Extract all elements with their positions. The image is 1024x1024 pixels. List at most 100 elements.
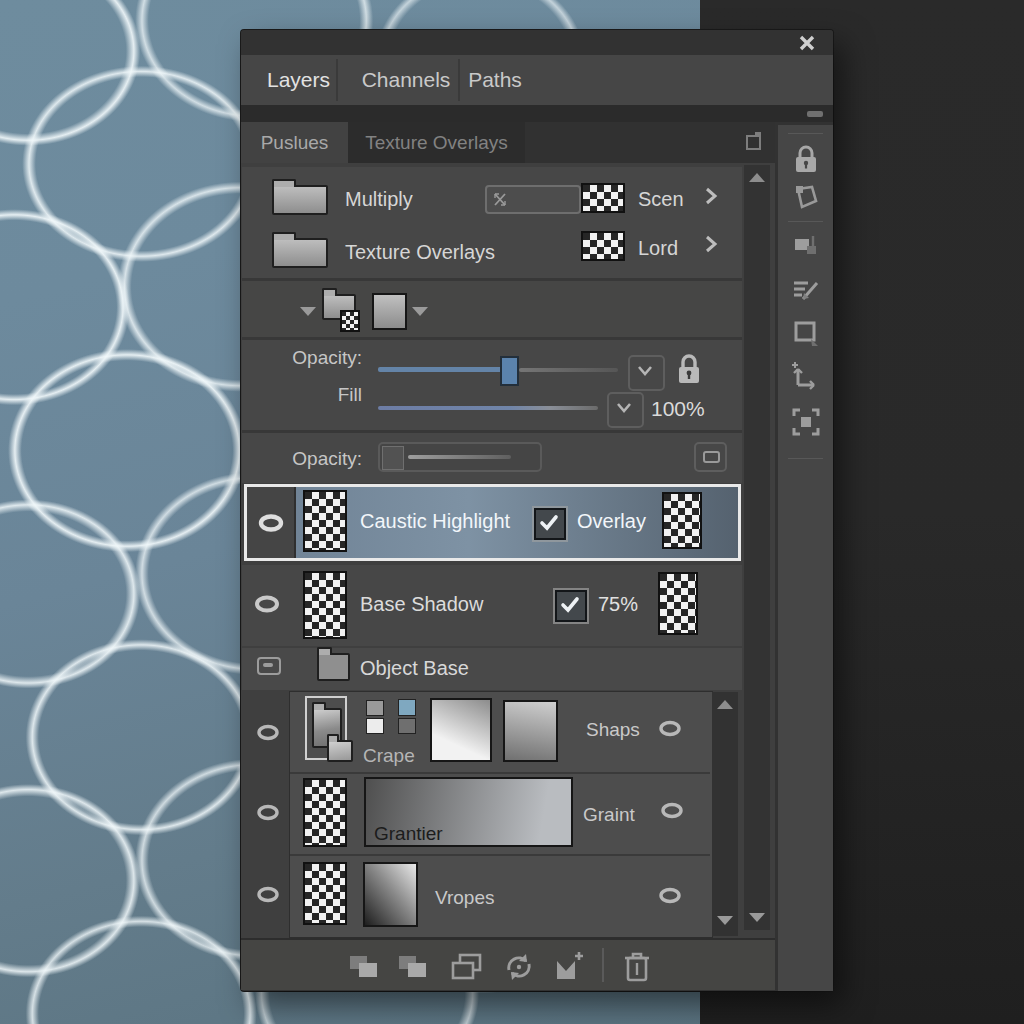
folder-icon-object-base[interactable] [317,653,350,681]
layer-checkbox[interactable] [534,508,566,540]
tools-row-bg [242,281,742,337]
shape-thumbnail[interactable] [430,698,492,762]
move-layers-tool-icon[interactable] [792,233,820,261]
color-swatch[interactable] [366,700,384,716]
layer-mask-thumbnail[interactable] [658,572,698,635]
tab-puslues[interactable]: Puslues [241,122,348,163]
tab-layers[interactable]: Layers [251,55,346,105]
scroll-up-icon[interactable] [749,173,765,182]
group-thumbnail-lord[interactable] [581,231,625,261]
secondary-tab-bar: Puslues Texture Overlays [241,122,775,163]
scroll-up-icon[interactable] [717,700,733,709]
opacity2-button[interactable] [694,442,727,472]
eye-cell[interactable] [247,487,296,558]
lock-icon[interactable] [675,353,703,387]
layer-blend-mode[interactable]: Overlay [577,506,646,536]
opacity-slider-track-empty[interactable] [519,368,618,372]
shape-thumbnail[interactable] [503,700,558,762]
color-swatch[interactable] [398,718,416,734]
layer-thumbnail[interactable] [303,490,347,552]
color-swatch[interactable] [398,699,416,716]
layer-mask-thumbnail[interactable] [662,492,702,549]
fill-value: 100% [651,394,705,424]
row-divider [290,772,710,774]
trash-icon[interactable] [623,949,651,983]
panel-divider-strip [241,105,833,122]
dropdown-arrow-icon[interactable] [300,307,316,316]
layer-row-caustic-highlight[interactable]: Caustic Highlight Overlay [244,484,741,561]
layer-name[interactable]: Caustic Highlight [360,506,510,536]
import-icon[interactable] [553,949,585,983]
opacity2-label: Opacity: [282,444,362,474]
group-name-texture-overlays[interactable]: Texture Overlays [345,237,495,267]
opacity2-slider-handle[interactable] [382,446,404,470]
duplicate-layer-icon[interactable] [397,954,429,980]
layer-thumbnail[interactable] [303,571,347,639]
toolstrip-separator [788,221,823,222]
color-swatch[interactable] [366,718,384,734]
layer-checkbox[interactable] [555,590,587,622]
opacity-slider-track-filled[interactable] [378,367,502,372]
gradient-bar-label: Grantier [374,819,443,849]
copy-layers-icon[interactable] [450,952,484,982]
opacity-slider-handle[interactable] [500,356,519,386]
layer-right-label: Graint [583,800,635,830]
close-icon[interactable] [798,34,816,52]
scroll-down-icon[interactable] [749,913,765,922]
visibility-eye-icon[interactable] [660,802,684,819]
crop-tool-icon[interactable] [792,319,820,349]
dropdown-arrow-icon[interactable] [412,307,428,316]
layer-thumbnail[interactable] [303,862,347,925]
lock-tool-icon[interactable] [793,145,819,175]
checkmark-icon [558,593,582,617]
visibility-eye-icon[interactable] [256,804,280,821]
layers-panel-window: Layers Channels Paths Puslues Texture Ov… [241,30,833,991]
tab-paths[interactable]: Paths [445,55,545,105]
panel-group-icon[interactable] [744,130,764,154]
group-name-multiply[interactable]: Multiply [345,184,413,214]
visibility-eye-icon[interactable] [256,724,280,741]
panel-grip-icon [807,111,823,117]
folder-icon-multiply[interactable] [272,185,328,215]
inner-scrollbar[interactable] [712,692,738,936]
layer-thumbnail[interactable] [303,778,347,847]
mask-checker-icon [340,310,360,332]
focus-frame-tool-icon[interactable] [791,407,821,437]
folder-icon-small [327,740,353,762]
layer-name[interactable]: Vropes [435,883,495,913]
new-layer-icon[interactable] [348,954,380,980]
refresh-icon[interactable] [503,951,535,983]
layer-name[interactable]: Base Shadow [360,589,483,619]
folder-icon-texture-overlays[interactable] [272,238,328,268]
clipping-group-icon[interactable] [305,696,349,764]
transform-tool-icon[interactable] [790,359,822,393]
opacity2-slider[interactable] [378,442,542,472]
gradient-swatch-icon[interactable] [372,293,407,330]
fill-dropdown-chevron-icon [614,400,634,416]
gradient-thumbnail[interactable] [363,862,418,927]
outer-scrollbar[interactable] [744,165,770,930]
layer-name[interactable]: Object Base [360,653,469,683]
tab-separator [336,59,338,101]
fill-slider-track[interactable] [378,406,598,410]
visibility-eye-icon[interactable] [254,595,280,613]
chevron-right-icon[interactable] [703,187,719,205]
edit-list-tool-icon[interactable] [791,277,821,305]
visibility-eye-icon[interactable] [658,720,682,737]
visibility-box-icon[interactable] [257,657,281,675]
panel-titlebar[interactable] [241,30,833,55]
visibility-eye-icon[interactable] [256,886,280,903]
layer-opacity-value: 75% [598,589,638,619]
tab-texture-overlays[interactable]: Texture Overlays [348,122,525,163]
scroll-down-icon[interactable] [717,916,733,925]
group-thumbnail-scen[interactable] [581,183,625,213]
group-field[interactable] [485,185,581,214]
artboard-tool-icon[interactable] [792,183,820,213]
gradient-bar-thumbnail[interactable]: Grantier [364,777,573,847]
row-divider [290,854,710,856]
layer-name[interactable]: Crape [363,741,415,771]
visibility-eye-icon[interactable] [258,514,284,532]
visibility-eye-icon[interactable] [658,887,682,904]
layer-right-label: Shaps [586,715,640,745]
chevron-right-icon[interactable] [703,235,719,253]
